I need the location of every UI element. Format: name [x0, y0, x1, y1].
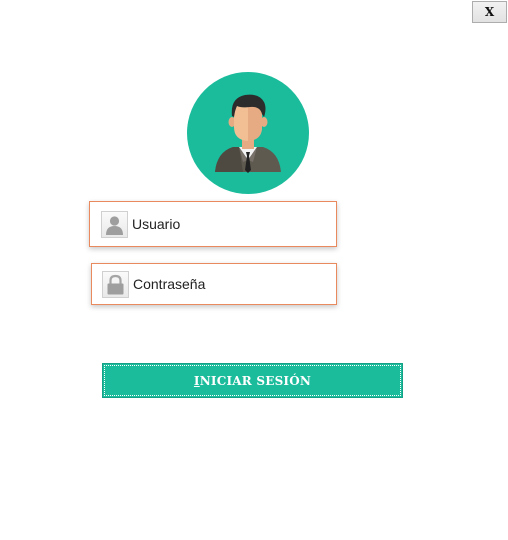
- password-field: [91, 263, 337, 305]
- close-button[interactable]: X: [472, 1, 507, 23]
- username-field: [89, 201, 337, 247]
- user-avatar-icon: [187, 72, 309, 194]
- login-button-label: NICIAR SESIÓN: [199, 373, 312, 388]
- close-button-label: X: [484, 5, 495, 19]
- lock-icon: [102, 270, 129, 298]
- user-icon: [101, 210, 128, 238]
- password-input[interactable]: [133, 276, 323, 292]
- login-button[interactable]: I NICIAR SESIÓN: [102, 363, 403, 398]
- login-window: X Usuario I NICIAR SESIÓN: [0, 0, 508, 540]
- username-input[interactable]: [132, 216, 322, 232]
